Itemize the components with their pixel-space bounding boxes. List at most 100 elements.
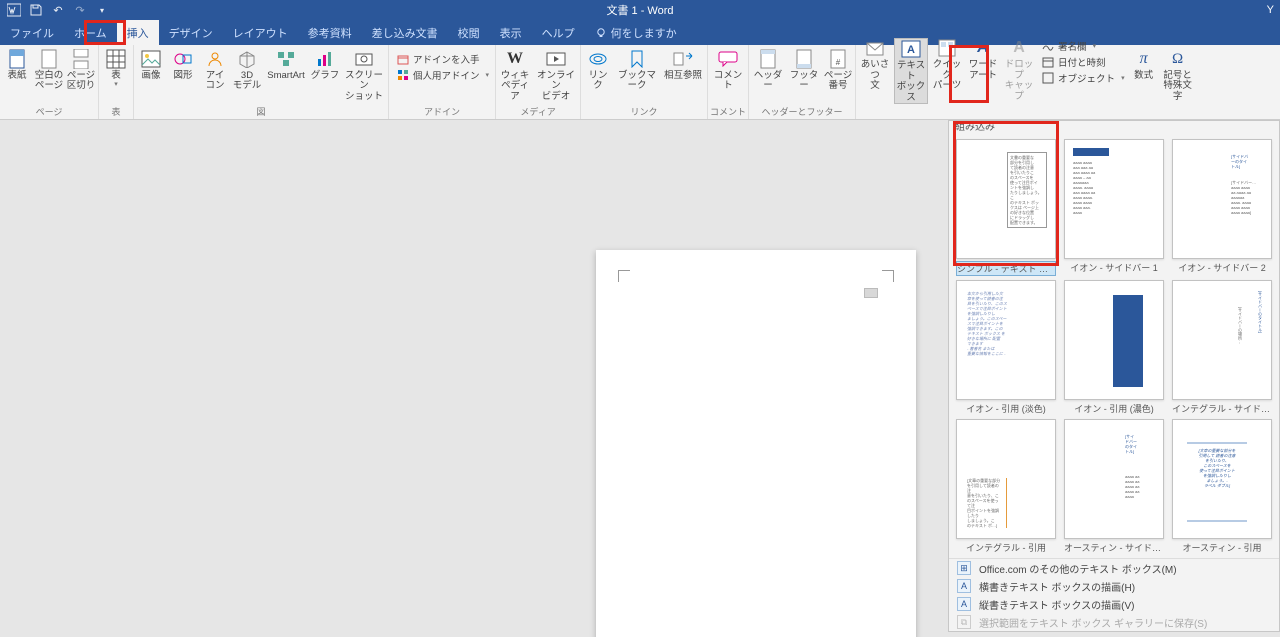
shapes-button[interactable]: 図形 — [168, 49, 198, 81]
cube-icon — [237, 49, 257, 69]
screenshot-icon — [354, 49, 374, 69]
group-pages: 表紙 空白の ページ ページ 区切り ページ — [0, 45, 99, 119]
comment-button[interactable]: コメント — [711, 49, 745, 92]
tab-help[interactable]: ヘルプ — [532, 20, 585, 45]
draw-vertical-textbox[interactable]: A縦書きテキスト ボックスの描画(V) — [949, 595, 1279, 613]
pagenum-button[interactable]: #ページ 番号 — [823, 49, 853, 92]
link-button[interactable]: リン ク — [583, 49, 613, 92]
ribbon: 表紙 空白の ページ ページ 区切り ページ 表▾ 表 画像 図形 アイ コン … — [0, 45, 1280, 120]
bookmark-button[interactable]: ブックマーク — [615, 49, 659, 92]
icons-button[interactable]: アイ コン — [200, 49, 230, 92]
group-addins: アドインを入手 個人用アドイン▾ アドイン — [389, 45, 496, 119]
quickparts-button[interactable]: クイック パーツ — [930, 38, 964, 91]
tab-references[interactable]: 参考資料 — [298, 20, 362, 45]
symbol-button[interactable]: Ω記号と 特殊文字 — [1161, 49, 1195, 102]
cover-page-button[interactable]: 表紙 — [2, 49, 32, 81]
svg-text:#: # — [836, 58, 841, 67]
word-app-icon — [6, 2, 22, 18]
redo-icon[interactable]: ↷ — [72, 2, 88, 18]
get-addins-button[interactable]: アドインを入手 — [397, 51, 489, 66]
textbox-button[interactable]: Aテキスト ボックス — [894, 38, 928, 104]
header-button[interactable]: ヘッダー — [751, 49, 785, 92]
wikipedia-button[interactable]: Wウィキ ペディア — [498, 49, 532, 102]
pagenum-icon: # — [828, 49, 848, 69]
tab-file[interactable]: ファイル — [0, 20, 64, 45]
account-initial[interactable]: Y — [1267, 4, 1274, 16]
equation-icon: π — [1134, 49, 1154, 69]
wordart-icon: A — [971, 38, 995, 58]
dropcap-button[interactable]: Aドロップ キャップ — [1002, 38, 1036, 102]
equation-button[interactable]: π数式 — [1129, 49, 1159, 81]
undo-icon[interactable]: ↶ — [50, 2, 66, 18]
datetime-button[interactable]: 日付と時刻 — [1042, 54, 1125, 69]
group-text: あいさつ 文 Aテキスト ボックス クイック パーツ Aワード アート Aドロッ… — [856, 45, 1127, 119]
cover-page-icon — [7, 49, 27, 69]
document-page[interactable] — [596, 250, 916, 637]
crossref-icon — [673, 49, 693, 69]
symbol-icon: Ω — [1168, 49, 1188, 69]
qat-customize-icon[interactable]: ▾ — [94, 2, 110, 18]
tab-home[interactable]: ホーム — [64, 20, 117, 45]
group-links: リン ク ブックマーク 相互参照 リンク — [581, 45, 708, 119]
page-break-icon — [71, 49, 91, 69]
pictures-button[interactable]: 画像 — [136, 49, 166, 81]
tab-layout[interactable]: レイアウト — [223, 20, 298, 45]
save-gallery-icon: ⧉ — [957, 615, 971, 629]
draw-horizontal-textbox[interactable]: A横書きテキスト ボックスの描画(H) — [949, 577, 1279, 595]
store-icon — [397, 53, 409, 65]
smartart-icon — [276, 49, 296, 69]
gallery-item-ion-quote-light[interactable]: 本文から引用した文章を使って読者の注目を引いたり、このスペースで注目ポイントを強… — [955, 280, 1057, 415]
tell-me-label: 何をしますか — [611, 25, 677, 41]
wordart-button[interactable]: Aワード アート — [966, 38, 1000, 81]
calendar-icon — [1042, 56, 1054, 68]
dropcap-icon: A — [1009, 38, 1029, 58]
signature-icon — [1042, 40, 1054, 52]
greeting-button[interactable]: あいさつ 文 — [858, 38, 892, 91]
gallery-item-austin-sidebar[interactable]: [サイドバーのタイトル] aaaa aaaaaa aaaaaa aaaaaa a… — [1063, 419, 1165, 554]
vert-textbox-icon: A — [957, 597, 971, 611]
cursor-marker — [864, 288, 878, 298]
quickparts-icon — [937, 38, 957, 58]
margin-corner-tl — [618, 270, 630, 282]
chart-button[interactable]: グラフ — [310, 49, 340, 81]
signature-line-button[interactable]: 署名欄▾ — [1042, 38, 1125, 53]
smartart-button[interactable]: SmartArt — [264, 49, 308, 81]
footer-button[interactable]: フッター — [787, 49, 821, 92]
gallery-item-ion-quote-dark[interactable]: イオン - 引用 (濃色) — [1063, 280, 1165, 415]
link-icon — [588, 49, 608, 69]
tab-design[interactable]: デザイン — [159, 20, 223, 45]
textbox-gallery: 組み込み 文書の重要な部分を引用して読者の注意を引いたりこのスペースを使って注目… — [948, 120, 1280, 632]
bookmark-icon — [627, 49, 647, 69]
gallery-item-ion-sidebar2[interactable]: [サイドバーのタイトル] [サイドバー…aaaa aaaaaa aaaa aaa… — [1171, 139, 1273, 276]
title-bar: ↶ ↷ ▾ 文書 1 - Word Y — [0, 0, 1280, 20]
wikipedia-icon: W — [505, 49, 525, 69]
gallery-item-simple[interactable]: 文書の重要な部分を引用して読者の注意を引いたりこのスペースを使って注目ポイントを… — [955, 139, 1057, 276]
gallery-item-integral-sidebar[interactable]: [サイドバーのタイトル] [サイドバーの場所… インテグラル - サイドバー — [1171, 280, 1273, 415]
group-illustrations: 画像 図形 アイ コン 3D モデル SmartArt グラフ スクリーン ショ… — [134, 45, 389, 119]
tell-me-search[interactable]: 何をしますか — [585, 20, 687, 45]
shapes-icon — [173, 49, 193, 69]
office-more-textboxes[interactable]: ⊞Office.com のその他のテキスト ボックス(M) — [949, 559, 1279, 577]
tab-review[interactable]: 校閲 — [448, 20, 490, 45]
chart-icon — [315, 49, 335, 69]
crossref-button[interactable]: 相互参照 — [661, 49, 705, 81]
lightbulb-icon — [595, 27, 607, 39]
3dmodel-button[interactable]: 3D モデル — [232, 49, 262, 92]
screenshot-button[interactable]: スクリーン ショット — [342, 49, 386, 102]
tab-view[interactable]: 表示 — [490, 20, 532, 45]
page-break-button[interactable]: ページ 区切り — [66, 49, 96, 92]
picture-icon — [141, 49, 161, 69]
gallery-item-ion-sidebar1[interactable]: aaaa aaaaaaa aaa aaaaa aaaa aaaaaa – aaa… — [1063, 139, 1165, 276]
textbox-icon: A — [901, 39, 921, 59]
blank-page-button[interactable]: 空白の ページ — [34, 49, 64, 92]
gallery-item-integral-quote[interactable]: [文章の重要な部分を引用して読者の注意を引いたり、このスペースを使って注目ポイン… — [955, 419, 1057, 554]
group-comments: コメント コメント — [708, 45, 749, 119]
tab-mailings[interactable]: 差し込み文書 — [362, 20, 448, 45]
gallery-item-austin-quote[interactable]: [文章の重要な部分を引用して 読者の注意を引いたり、このスペースを使って注目ポイ… — [1171, 419, 1273, 554]
tab-insert[interactable]: 挿入 — [117, 20, 159, 45]
my-addins-button[interactable]: 個人用アドイン▾ — [397, 67, 489, 82]
save-icon[interactable] — [28, 2, 44, 18]
online-video-button[interactable]: オンライン ビデオ — [534, 49, 578, 102]
table-button[interactable]: 表▾ — [101, 49, 131, 89]
object-button[interactable]: オブジェクト▾ — [1042, 70, 1125, 85]
